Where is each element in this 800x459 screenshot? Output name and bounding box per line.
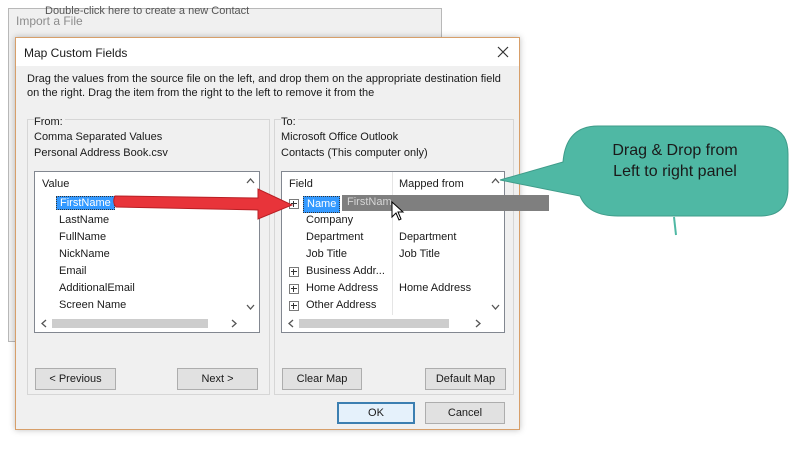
dialog-titlebar: Map Custom Fields [16,38,519,66]
callout-tail-mark [673,216,677,236]
chevron-left-icon [287,319,293,328]
destination-row[interactable]: Home Address Home Address [282,281,487,296]
drag-ghost-text: FirstNam [347,196,392,208]
next-button[interactable]: Next > [177,368,258,390]
cancel-button[interactable]: Cancel [425,402,505,424]
chevron-down-icon [246,304,255,310]
from-source-file: Personal Address Book.csv [34,147,168,159]
destination-row[interactable]: Department Department [282,230,487,245]
import-file-title: Import a File [16,14,83,28]
source-item-label: FirstName [56,196,115,210]
source-value-list[interactable]: Value FirstName LastName FullName NickName E… [34,171,260,333]
destination-row[interactable]: Other Address [282,298,487,313]
source-list-item[interactable]: LastName [59,213,109,228]
expand-plus-icon[interactable] [289,267,299,277]
source-horizontal-scrollbar[interactable] [35,315,259,332]
field-column-header: Field [289,178,313,190]
mapped-from-value: Department [399,231,457,243]
destination-field-label: Name [303,196,341,213]
destination-row[interactable]: Job Title Job Title [282,247,487,262]
source-list-item[interactable]: FirstName [56,196,115,211]
source-list-item[interactable]: Screen Name [59,298,126,313]
callout-line1: Drag & Drop from [612,142,738,159]
source-item-label: Email [59,265,87,277]
source-item-label: Screen Name [59,299,127,311]
to-destination-app: Microsoft Office Outlook [281,131,399,143]
mapped-from-column-header: Mapped from [399,178,464,190]
drag-ghost: FirstNam [342,195,549,211]
mapped-from-value: Home Address [399,282,472,294]
source-list-item[interactable]: FullName [59,230,106,245]
expand-plus-icon[interactable] [289,199,299,209]
to-group: To: Microsoft Office Outlook Contacts (T… [274,116,514,395]
chevron-up-icon [491,177,500,183]
chevron-right-icon [231,319,237,328]
scroll-left-arrow[interactable] [35,315,52,332]
instructions-text: Drag the values from the source file on … [27,73,501,99]
source-list-item[interactable]: Email [59,264,87,279]
destination-field-label: Home Address [306,282,379,294]
from-label: From: [34,116,65,128]
from-group: From: Comma Separated Values Personal Ad… [27,116,270,395]
mapped-from-value: Job Title [399,248,440,260]
destination-row[interactable]: Company [282,213,487,228]
map-custom-fields-dialog: Map Custom Fields Drag the values from t… [15,37,520,430]
scroll-right-arrow[interactable] [225,315,242,332]
source-list-item[interactable]: AdditionalEmail [59,281,135,296]
scroll-right-arrow[interactable] [469,315,486,332]
close-button[interactable] [489,38,517,66]
scroll-up-arrow[interactable] [242,172,259,189]
destination-field-label: Other Address [306,299,377,311]
destination-vertical-scrollbar[interactable] [487,172,504,315]
scroll-up-arrow[interactable] [487,172,504,189]
destination-field-label: Company [306,214,354,226]
source-list-item[interactable]: NickName [59,247,110,262]
destination-field-label: Business Addr... [306,265,385,277]
ok-button[interactable]: OK [337,402,415,424]
callout-text: Drag & Drop from Left to right panel [570,140,780,182]
chevron-down-icon [491,304,500,310]
scroll-thumb-horizontal[interactable] [299,319,449,328]
chevron-left-icon [40,319,46,328]
clear-map-button[interactable]: Clear Map [282,368,362,390]
destination-horizontal-scrollbar[interactable] [282,315,504,332]
expand-plus-icon[interactable] [289,301,299,311]
default-map-button[interactable]: Default Map [425,368,506,390]
source-item-label: AdditionalEmail [59,282,135,294]
scroll-left-arrow[interactable] [282,315,299,332]
scroll-down-arrow[interactable] [487,298,504,315]
chevron-right-icon [475,319,481,328]
callout-line2: Left to right panel [613,163,737,180]
destination-field-label: Department [306,231,364,243]
dialog-title: Map Custom Fields [24,46,128,60]
source-item-label: LastName [59,214,110,226]
scroll-down-arrow[interactable] [242,298,259,315]
destination-row[interactable]: Business Addr... [282,264,487,279]
to-destination-folder: Contacts (This computer only) [281,147,428,159]
value-column-header: Value [42,178,70,190]
destination-field-label: Job Title [306,248,347,260]
close-icon [497,46,509,58]
previous-button[interactable]: < Previous [35,368,116,390]
from-source-type: Comma Separated Values [34,131,163,143]
source-vertical-scrollbar[interactable] [242,172,259,315]
source-item-label: NickName [59,248,110,260]
source-item-label: FullName [59,231,107,243]
to-label: To: [281,116,298,128]
chevron-up-icon [246,177,255,183]
scroll-thumb-vertical[interactable] [246,189,255,297]
scroll-thumb-horizontal[interactable] [52,319,208,328]
expand-plus-icon[interactable] [289,284,299,294]
